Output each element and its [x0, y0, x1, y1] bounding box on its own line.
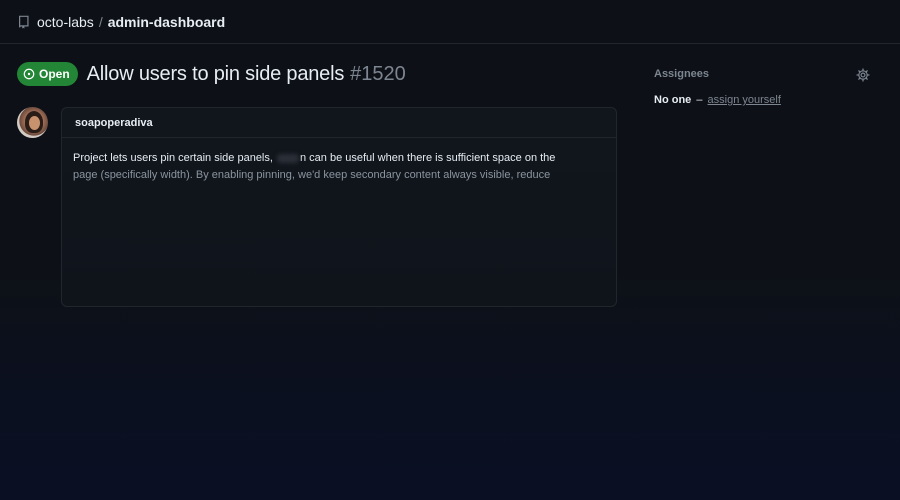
- issue-page: octo-labs / admin-dashboard Open Allow u…: [0, 0, 900, 500]
- comment-line-1-start: Project lets users pin certain side pane…: [73, 152, 273, 164]
- breadcrumb-owner-link[interactable]: octo-labs: [37, 14, 94, 30]
- gear-icon[interactable]: [856, 68, 870, 82]
- comment-body: Project lets users pin certain side pane…: [62, 138, 616, 184]
- avatar[interactable]: [17, 107, 48, 138]
- comment-line-1-end: n can be useful when there is sufficient…: [300, 152, 556, 164]
- assignees-heading: Assignees: [654, 68, 710, 80]
- no-assignee-text: No one: [654, 94, 692, 106]
- comment-author[interactable]: soapoperadiva: [62, 108, 616, 138]
- issue-header: Open Allow users to pin side panels #152…: [17, 62, 406, 86]
- assign-yourself-link[interactable]: assign yourself: [708, 94, 781, 106]
- issue-state-label: Open: [39, 67, 70, 81]
- comment-line-2: page (specifically width). By enabling p…: [73, 169, 551, 181]
- issue-title: Allow users to pin side panels: [86, 62, 345, 85]
- assignee-dash: –: [696, 94, 703, 106]
- assignees-value: No one – assign yourself: [654, 94, 781, 106]
- issue-comment: soapoperadiva Project lets users pin cer…: [61, 107, 617, 307]
- issue-number: #1520: [350, 62, 406, 85]
- issue-opened-icon: [23, 68, 35, 80]
- comment-line-1: Project lets users pin certain side pane…: [73, 150, 606, 167]
- repo-breadcrumb: octo-labs / admin-dashboard: [0, 0, 900, 44]
- issue-state-badge: Open: [17, 62, 78, 86]
- breadcrumb-repo-link[interactable]: admin-dashboard: [108, 14, 225, 30]
- redacted-text: [277, 153, 299, 163]
- repo-icon: [17, 15, 31, 29]
- breadcrumb-separator: /: [98, 13, 103, 30]
